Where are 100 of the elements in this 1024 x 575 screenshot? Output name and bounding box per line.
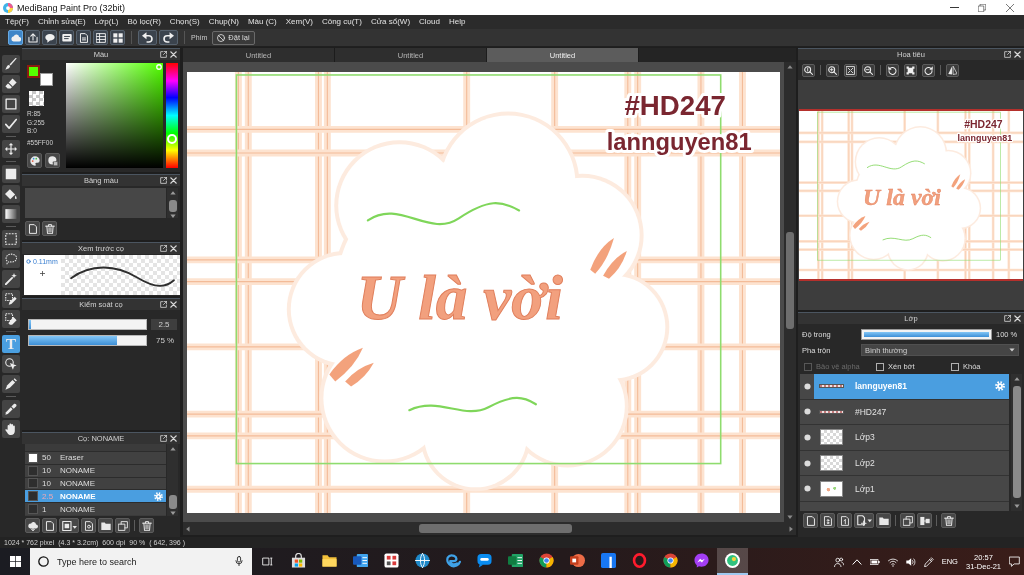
navigator-tool-button[interactable] — [886, 63, 899, 77]
taskbar-app-button[interactable] — [717, 548, 748, 575]
toolbar-button[interactable] — [138, 30, 157, 45]
close-icon[interactable] — [170, 301, 177, 308]
menu-item[interactable]: Cloud — [419, 15, 440, 29]
tool-button[interactable] — [2, 290, 20, 308]
menu-item[interactable]: Xem(V) — [285, 15, 313, 29]
menu-item[interactable]: Cửa sổ(W) — [370, 15, 411, 29]
tool-button[interactable] — [2, 165, 20, 183]
tool-button[interactable] — [2, 400, 20, 418]
menu-item[interactable]: Chụp(N) — [208, 15, 239, 29]
checkbox[interactable] — [951, 362, 959, 371]
navigator-tool-button[interactable] — [904, 63, 917, 77]
box-arrow-icon[interactable] — [160, 435, 167, 442]
navigator-tool-button[interactable] — [826, 63, 839, 77]
tool-button[interactable] — [2, 205, 20, 223]
scrollbar-thumb[interactable] — [419, 524, 573, 533]
visibility-dot-icon[interactable] — [803, 459, 811, 467]
tool-button[interactable] — [2, 185, 20, 203]
scroll-right-icon[interactable] — [788, 525, 794, 532]
tool-button[interactable] — [2, 420, 20, 438]
menu-item[interactable]: Chọn(S) — [169, 15, 200, 29]
search-field[interactable]: Type here to search — [30, 548, 252, 575]
scrollbar[interactable] — [167, 444, 178, 516]
panel-tool-button[interactable] — [854, 513, 874, 528]
scrollbar[interactable] — [1011, 374, 1022, 511]
close-icon[interactable] — [170, 51, 177, 58]
toolbar-button[interactable] — [42, 30, 57, 45]
panel-tool-button[interactable] — [42, 221, 57, 236]
battery-icon[interactable] — [869, 556, 880, 567]
toolbar-button[interactable] — [110, 30, 125, 45]
menu-item[interactable]: Tệp(F) — [5, 15, 29, 29]
navigator-tool-button[interactable] — [862, 63, 875, 77]
navigator-tool-button[interactable] — [922, 63, 935, 77]
scroll-up-icon[interactable] — [169, 446, 176, 452]
panel-tool-button[interactable] — [803, 513, 818, 528]
tool-button[interactable] — [2, 95, 20, 113]
scroll-up-icon[interactable] — [169, 190, 176, 196]
close-icon[interactable] — [1014, 315, 1021, 322]
close-icon[interactable] — [170, 435, 177, 442]
menu-item[interactable]: Lớp(L) — [94, 15, 119, 29]
scrollbar-thumb[interactable] — [168, 495, 177, 509]
tool-button[interactable] — [2, 115, 20, 133]
tool-button[interactable] — [2, 270, 20, 288]
toolbar-button[interactable] — [159, 30, 178, 45]
scrollbar-thumb[interactable] — [1012, 386, 1021, 498]
color-swatch-icon[interactable] — [27, 65, 40, 78]
box-arrow-icon[interactable] — [160, 301, 167, 308]
tool-button[interactable] — [2, 230, 20, 248]
view-frame[interactable]: #HD247 lannguyen81 U là vời — [799, 109, 1023, 281]
panel-tool-button[interactable] — [98, 518, 113, 533]
scroll-up-icon[interactable] — [787, 64, 793, 70]
palette-button[interactable] — [27, 153, 42, 168]
box-arrow-icon[interactable] — [1004, 315, 1011, 322]
panel-tool-button[interactable] — [115, 518, 130, 533]
toolbar-button[interactable] — [59, 30, 74, 45]
visibility-dot-icon[interactable] — [803, 408, 811, 416]
visibility-dot-icon[interactable] — [803, 485, 811, 493]
scroll-left-icon[interactable] — [185, 525, 191, 532]
scrollbar-thumb[interactable] — [786, 232, 794, 329]
scrollbar[interactable] — [784, 62, 796, 522]
box-arrow-icon[interactable] — [160, 177, 167, 184]
gear-icon[interactable] — [995, 381, 1005, 392]
scroll-down-icon[interactable] — [787, 514, 793, 520]
checkerboard-swatch-icon[interactable] — [29, 91, 44, 106]
menu-item[interactable]: Help — [448, 15, 466, 29]
toolbar-button[interactable] — [93, 30, 108, 45]
scroll-down-icon[interactable] — [1013, 503, 1020, 509]
box-arrow-icon[interactable] — [160, 51, 167, 58]
color-swatch-icon[interactable] — [40, 73, 53, 86]
close-icon[interactable] — [1014, 51, 1021, 58]
slider[interactable] — [28, 319, 147, 330]
box-arrow-icon[interactable] — [1004, 51, 1011, 58]
close-icon[interactable] — [170, 245, 177, 252]
panel-tool-button[interactable] — [876, 513, 891, 528]
panel-tool-button[interactable] — [900, 513, 915, 528]
tool-button[interactable] — [2, 140, 20, 158]
wifi-icon[interactable] — [887, 556, 898, 567]
scrollbar[interactable] — [167, 188, 178, 218]
navigator-tool-button[interactable] — [946, 63, 959, 77]
tool-button[interactable] — [2, 250, 20, 268]
brush-row[interactable]: 50 Eraser — [25, 451, 166, 464]
pen-icon[interactable] — [923, 556, 934, 567]
color-field[interactable] — [66, 63, 163, 168]
menu-item[interactable]: Bộ lọc(R) — [127, 15, 161, 29]
microphone-icon[interactable] — [234, 556, 244, 566]
notification-icon[interactable] — [1009, 556, 1020, 567]
menu-item[interactable]: Công cụ(T) — [321, 15, 362, 29]
panel-tool-button[interactable] — [941, 513, 956, 528]
hue-slider-thumb[interactable] — [167, 133, 177, 144]
tool-button[interactable] — [2, 75, 20, 93]
box-arrow-icon[interactable] — [160, 245, 167, 252]
navigator-tool-button[interactable] — [802, 63, 815, 77]
panel-tool-button[interactable] — [42, 518, 57, 533]
scroll-up-icon[interactable] — [1013, 376, 1020, 382]
panel-tool-button[interactable] — [59, 518, 79, 533]
toolbar-button[interactable] — [25, 30, 40, 45]
panel-tool-button[interactable] — [25, 221, 40, 236]
tool-button[interactable] — [2, 55, 20, 73]
brush-row[interactable]: 1 NONAME — [25, 502, 166, 515]
